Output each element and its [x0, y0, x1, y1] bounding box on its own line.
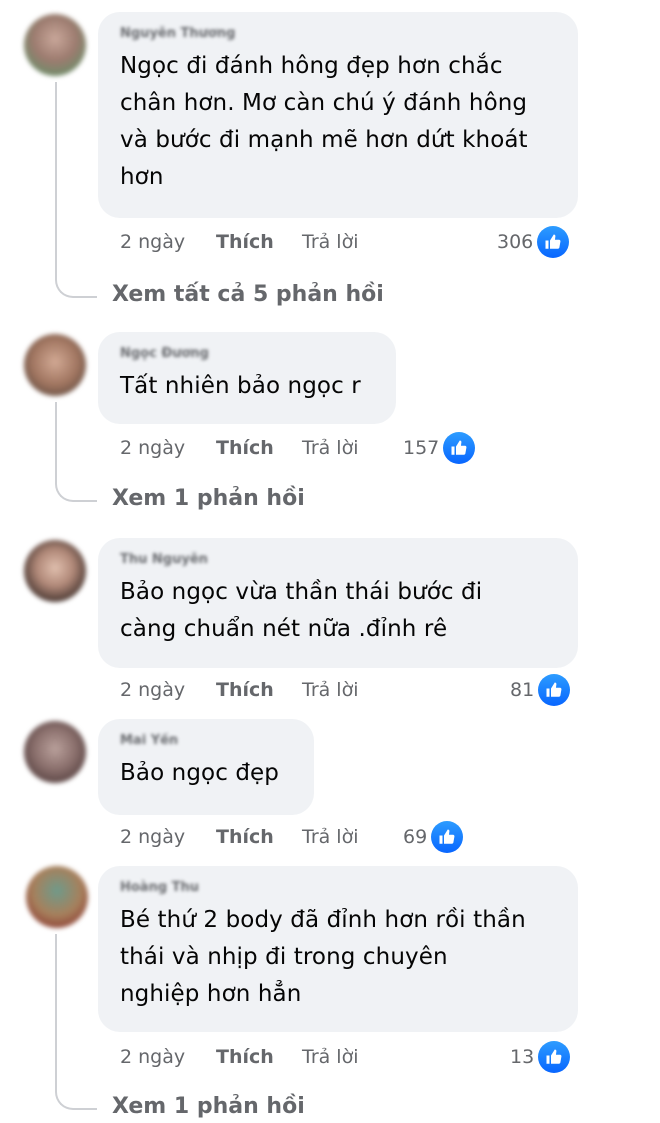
comment-time[interactable]: 2 ngày — [120, 437, 216, 459]
comment-time[interactable]: 2 ngày — [120, 679, 216, 701]
view-replies-link[interactable]: Xem 1 phản hồi — [112, 1094, 305, 1119]
avatar[interactable] — [24, 334, 86, 396]
thread-line — [55, 402, 57, 482]
comment-author[interactable]: Ngọc Đương — [120, 346, 370, 362]
avatar[interactable] — [24, 721, 86, 783]
comment-author[interactable]: Nguyễn Thương — [120, 26, 552, 42]
avatar[interactable] — [24, 14, 86, 76]
like-button[interactable]: Thích — [216, 679, 302, 701]
comment-time[interactable]: 2 ngày — [120, 826, 216, 848]
comment-actions: 2 ngày Thích Trả lời — [120, 433, 359, 463]
thread-connector — [55, 276, 97, 298]
view-replies-link[interactable]: Xem 1 phản hồi — [112, 486, 305, 511]
reaction-count[interactable]: 13 — [510, 1040, 571, 1074]
reaction-count[interactable]: 157 — [403, 431, 476, 465]
reaction-count[interactable]: 306 — [497, 225, 570, 259]
like-button[interactable]: Thích — [216, 1046, 302, 1068]
comment-text: Bảo ngọc vừa thần thái bước đi càng chuẩ… — [120, 579, 483, 642]
reaction-number: 157 — [403, 437, 440, 459]
reaction-number: 306 — [497, 231, 534, 253]
reply-button[interactable]: Trả lời — [302, 437, 359, 459]
thread-line — [55, 934, 57, 1090]
comment-author[interactable]: Mai Yến — [120, 733, 288, 749]
thread-line — [55, 82, 57, 278]
comment-actions: 2 ngày Thích Trả lời — [120, 675, 359, 705]
comment-text: Bé thứ 2 body đã đỉnh hơn rồi thần thái … — [120, 907, 526, 1007]
comment-actions: 2 ngày Thích Trả lời — [120, 822, 359, 852]
reaction-number: 69 — [403, 826, 428, 848]
reaction-number: 81 — [510, 679, 535, 701]
view-replies-link[interactable]: Xem tất cả 5 phản hồi — [112, 282, 384, 307]
like-icon — [537, 226, 570, 258]
avatar[interactable] — [24, 540, 86, 602]
reply-button[interactable]: Trả lời — [302, 679, 359, 701]
comment-author[interactable]: Thu Nguyễn — [120, 552, 552, 568]
comment-bubble: Thu Nguyễn Bảo ngọc vừa thần thái bước đ… — [98, 538, 578, 668]
comment-text: Tất nhiên bảo ngọc r — [120, 373, 361, 399]
comment-bubble: Nguyễn Thương Ngọc đi đánh hông đẹp hơn … — [98, 12, 578, 218]
like-button[interactable]: Thích — [216, 437, 302, 459]
comment-time[interactable]: 2 ngày — [120, 1046, 216, 1068]
thread-connector — [55, 480, 97, 502]
reaction-number: 13 — [510, 1046, 535, 1068]
like-icon — [431, 821, 464, 853]
comment-time[interactable]: 2 ngày — [120, 231, 216, 253]
reply-button[interactable]: Trả lời — [302, 231, 359, 253]
comment-bubble: Mai Yến Bảo ngọc đẹp — [98, 719, 314, 815]
reaction-count[interactable]: 69 — [403, 820, 464, 854]
like-button[interactable]: Thích — [216, 231, 302, 253]
like-button[interactable]: Thích — [216, 826, 302, 848]
avatar[interactable] — [26, 866, 88, 928]
comment-actions: 2 ngày Thích Trả lời — [120, 227, 359, 257]
reaction-count[interactable]: 81 — [510, 673, 571, 707]
comment-text: Bảo ngọc đẹp — [120, 760, 280, 786]
like-icon — [443, 432, 476, 464]
like-icon — [538, 1041, 571, 1073]
like-icon — [538, 674, 571, 706]
reply-button[interactable]: Trả lời — [302, 826, 359, 848]
reply-button[interactable]: Trả lời — [302, 1046, 359, 1068]
comment-bubble: Hoàng Thu Bé thứ 2 body đã đỉnh hơn rồi … — [98, 866, 578, 1032]
comment-author[interactable]: Hoàng Thu — [120, 880, 552, 896]
comment-text: Ngọc đi đánh hông đẹp hơn chắc chân hơn.… — [120, 53, 528, 190]
thread-connector — [55, 1088, 97, 1110]
comment-actions: 2 ngày Thích Trả lời — [120, 1042, 359, 1072]
comment-bubble: Ngọc Đương Tất nhiên bảo ngọc r — [98, 332, 396, 424]
